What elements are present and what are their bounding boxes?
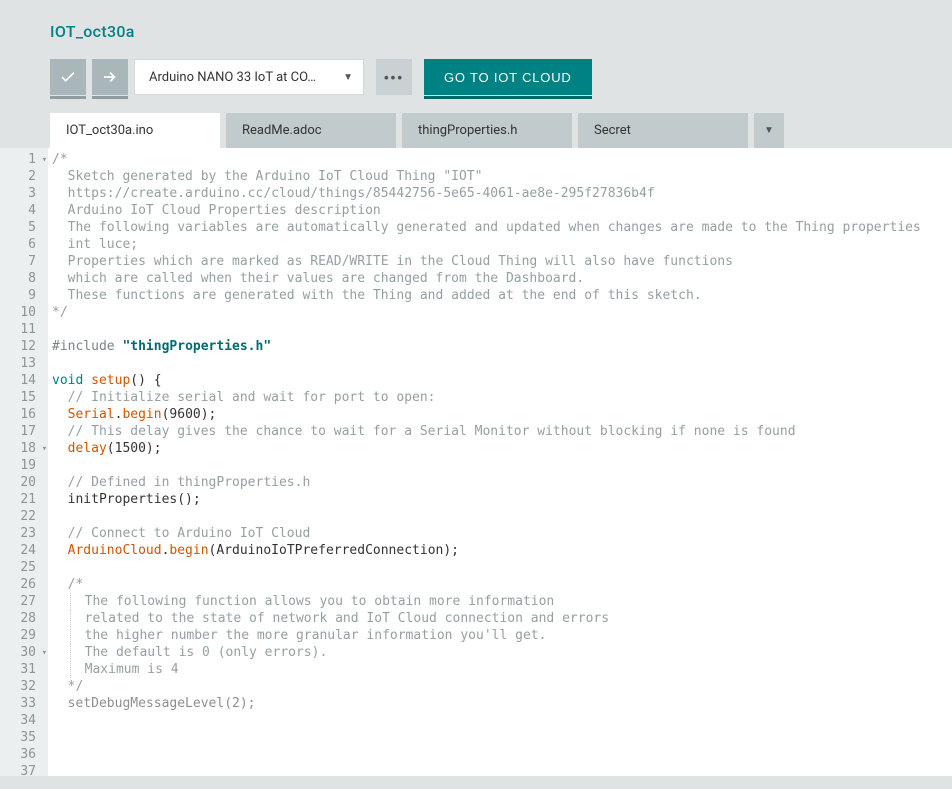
tab-more-button[interactable]: ▼	[754, 113, 784, 148]
tab-main-ino[interactable]: IOT_oct30a.ino	[50, 113, 220, 148]
board-select-label: Arduino NANO 33 IoT at CO…	[149, 70, 316, 85]
line-number-gutter: 1234567891011121314151617181920212223242…	[0, 148, 48, 776]
code-editor[interactable]: 1234567891011121314151617181920212223242…	[0, 148, 952, 776]
checkmark-icon	[59, 68, 77, 86]
verify-button[interactable]	[50, 59, 86, 95]
arrow-right-icon	[101, 68, 119, 86]
tab-secret[interactable]: Secret	[578, 113, 748, 148]
sketch-title: IOT_oct30a	[50, 22, 902, 41]
caret-down-icon: ▼	[343, 72, 353, 83]
toolbar: Arduino NANO 33 IoT at CO… ▼ ••• GO TO I…	[0, 41, 952, 113]
tab-readme[interactable]: ReadMe.adoc	[226, 113, 396, 148]
go-to-iot-cloud-button[interactable]: GO TO IOT CLOUD	[424, 59, 592, 95]
more-menu-button[interactable]: •••	[376, 59, 412, 95]
ellipsis-icon: •••	[384, 70, 404, 85]
tab-thingproperties[interactable]: thingProperties.h	[402, 113, 572, 148]
board-select[interactable]: Arduino NANO 33 IoT at CO… ▼	[134, 59, 364, 95]
upload-button[interactable]	[92, 59, 128, 95]
code-area[interactable]: /* Sketch generated by the Arduino IoT C…	[48, 148, 952, 776]
caret-down-icon: ▼	[764, 125, 774, 136]
tab-bar: IOT_oct30a.ino ReadMe.adoc thingProperti…	[0, 113, 952, 148]
